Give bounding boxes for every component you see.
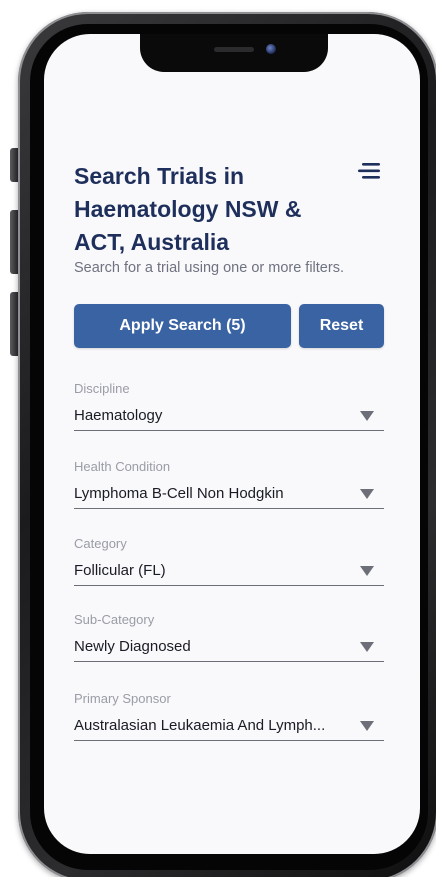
filter-label: Sub-Category [74,612,155,627]
phone-side-button [10,148,18,182]
dropdown-triangle-icon [360,489,374,499]
select-value: Australasian Leukaemia And Lymph... [74,717,326,734]
speaker-grille [214,47,254,52]
sub-category-select[interactable]: Newly Diagnosed [74,637,384,662]
phone-notch [140,34,328,72]
dropdown-triangle-icon [360,721,374,731]
front-camera-icon [266,44,276,54]
health-condition-select[interactable]: Lymphoma B-Cell Non Hodgkin [74,484,384,509]
filter-sub-category: Sub-Category Newly Diagnosed [74,611,384,662]
dropdown-triangle-icon [360,642,374,652]
filter-label: Category [74,536,127,551]
discipline-select[interactable]: Haematology [74,406,384,431]
select-value: Follicular (FL) [74,562,166,579]
page-subtitle: Search for a trial using one or more fil… [74,260,344,276]
primary-sponsor-select[interactable]: Australasian Leukaemia And Lymph... [74,716,384,741]
filter-label: Primary Sponsor [74,691,171,706]
category-select[interactable]: Follicular (FL) [74,561,384,586]
filter-category: Category Follicular (FL) [74,535,384,586]
phone-volume-down-button [10,292,18,356]
dropdown-triangle-icon [360,566,374,576]
filter-discipline: Discipline Haematology [74,380,384,431]
filter-health-condition: Health Condition Lymphoma B-Cell Non Hod… [74,458,384,509]
reset-button[interactable]: Reset [299,304,384,348]
menu-icon-graphic [358,163,380,179]
app-screen: Search Trials in Haematology NSW & ACT, … [44,34,420,854]
menu-icon[interactable] [356,160,382,182]
phone-volume-up-button [10,210,18,274]
apply-search-button[interactable]: Apply Search (5) [74,304,291,348]
filter-label: Health Condition [74,459,171,474]
filter-primary-sponsor: Primary Sponsor Australasian Leukaemia A… [74,690,384,741]
filter-label: Discipline [74,381,130,396]
select-value: Newly Diagnosed [74,638,191,655]
select-value: Haematology [74,407,163,424]
page-title: Search Trials in Haematology NSW & ACT, … [74,163,302,255]
dropdown-triangle-icon [360,411,374,421]
select-value: Lymphoma B-Cell Non Hodgkin [74,485,284,502]
device-mockup: Search Trials in Haematology NSW & ACT, … [0,0,436,877]
